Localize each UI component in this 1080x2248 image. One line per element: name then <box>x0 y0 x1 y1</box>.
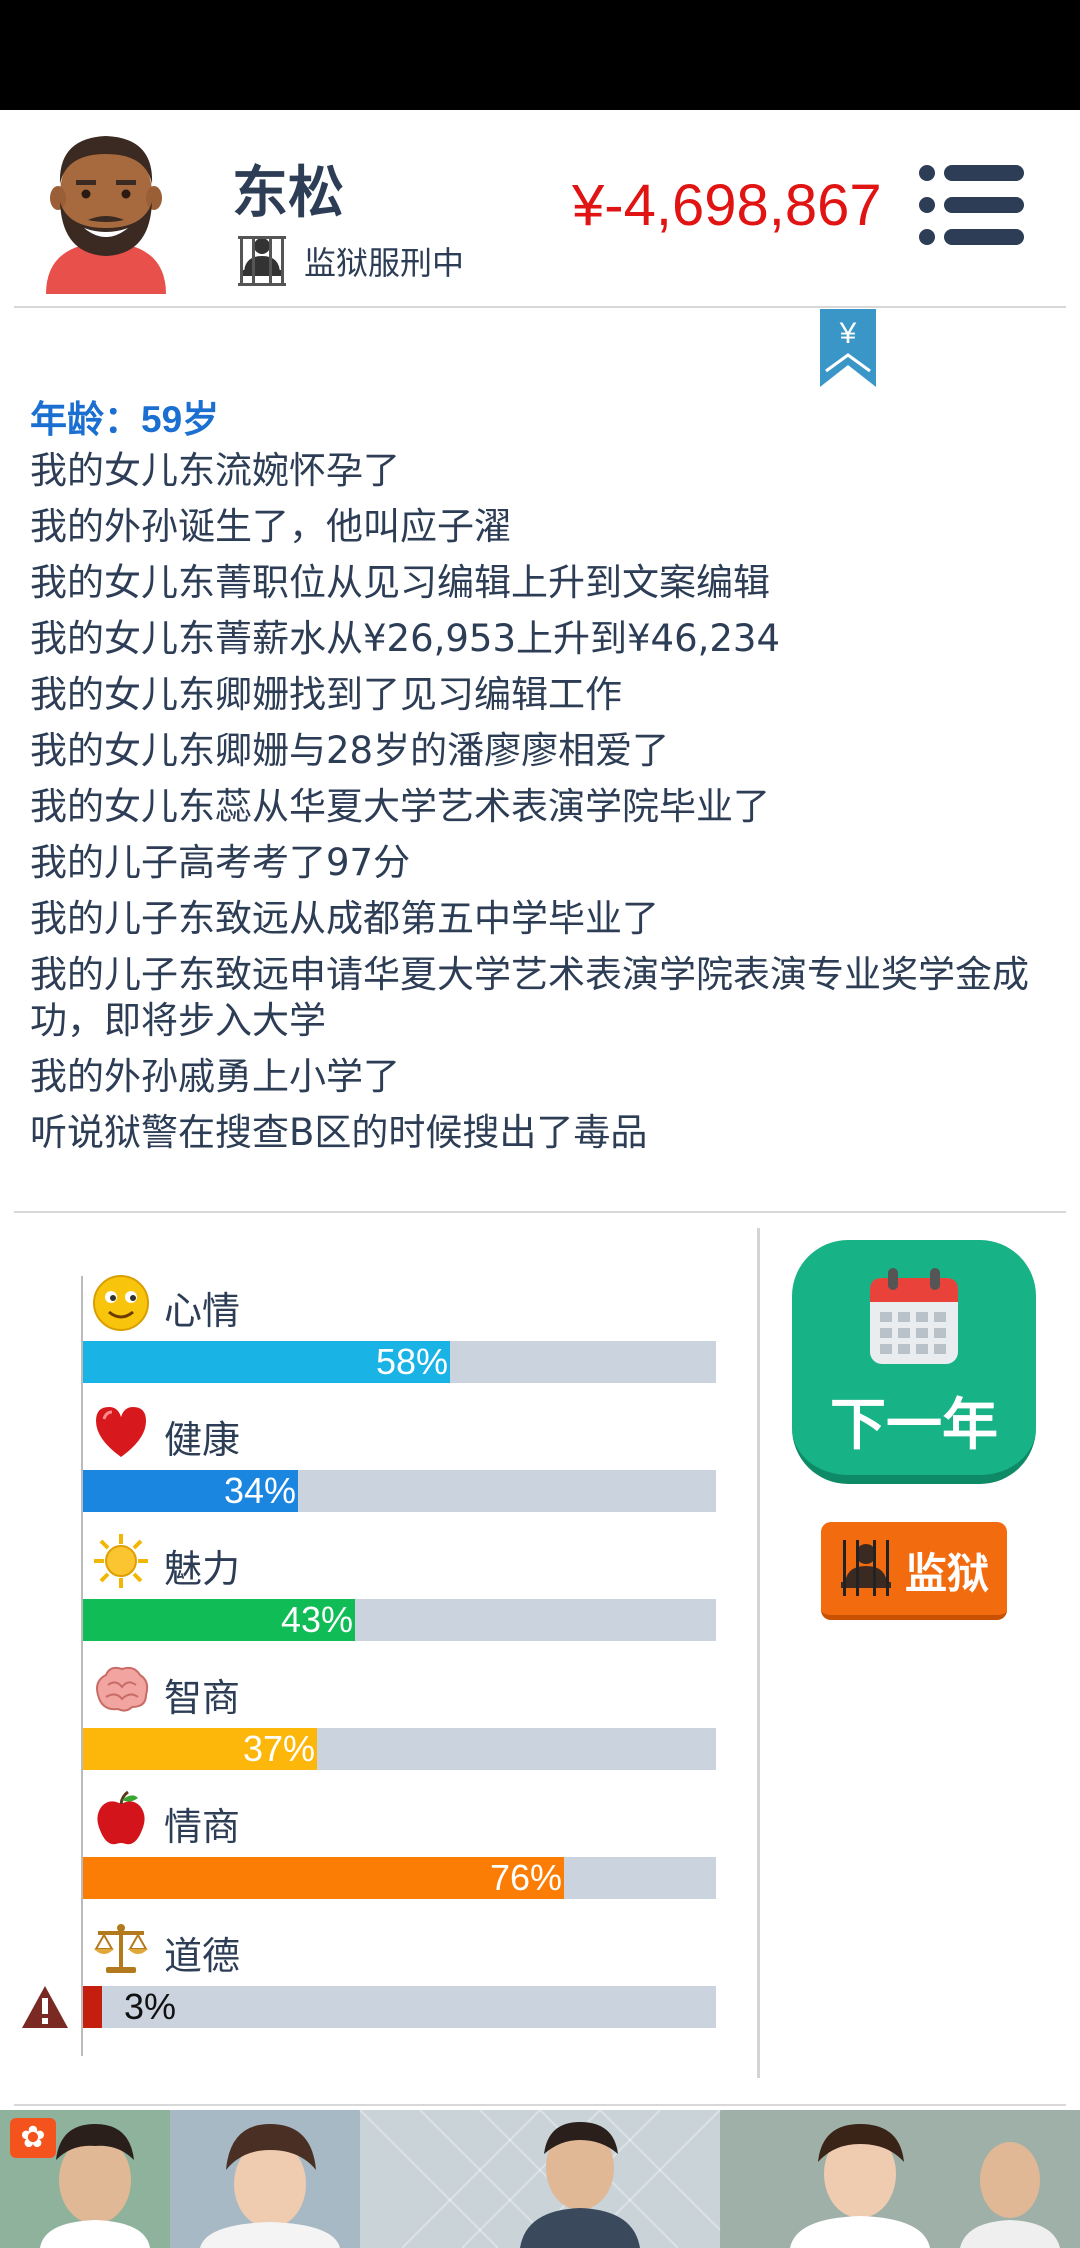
stat-percent: 76% <box>489 1857 562 1898</box>
stat-label: 智商 <box>164 1676 241 1720</box>
yen-bookmark-icon[interactable]: ¥ <box>820 309 876 387</box>
age-value: 59岁 <box>141 399 220 440</box>
stat-percent: 43% <box>280 1599 353 1640</box>
header-divider <box>14 306 1066 308</box>
stat-percent: 34% <box>223 1470 296 1511</box>
stat-percent: 3% <box>124 1986 177 2027</box>
ad-photo <box>0 2110 1080 2248</box>
stat-percent: 37% <box>242 1728 315 1769</box>
stat-bar: 37% <box>83 1728 716 1770</box>
stats-axis <box>81 1276 83 2056</box>
stat-label: 健康 <box>164 1418 241 1462</box>
stat-bar: 34% <box>83 1470 716 1512</box>
smiley-icon <box>93 1275 149 1331</box>
event-line: 我的女儿东卿姗与28岁的潘廖廖相爱了 <box>30 729 670 772</box>
stat-bar: 3% <box>83 1986 716 2028</box>
event-line: 我的女儿东菁职位从见习编辑上升到文案编辑 <box>30 561 770 604</box>
footer-divider <box>14 2104 1066 2106</box>
event-line: 听说狱警在搜查B区的时候搜出了毒品 <box>30 1111 648 1154</box>
event-line: 我的外孙戚勇上小学了 <box>30 1055 400 1098</box>
stat-label: 魅力 <box>164 1547 241 1591</box>
player-name: 东松 <box>232 161 344 226</box>
event-line: 我的女儿东蕊从华夏大学艺术表演学院毕业了 <box>30 785 770 828</box>
stat-percent: 58% <box>375 1341 448 1382</box>
prison-label: 监狱 <box>905 1549 990 1598</box>
calendar-icon <box>870 1268 958 1364</box>
stat-bar-fill <box>83 1986 102 2028</box>
stat-bar: 76% <box>83 1857 716 1899</box>
stat-label: 心情 <box>164 1289 241 1333</box>
heart-icon <box>96 1407 146 1457</box>
scales-icon <box>94 1924 148 1973</box>
event-log: 年龄：59岁 我的女儿东流婉怀孕了我的外孙诞生了，他叫应子濯我的女儿东菁职位从见… <box>30 392 1040 1166</box>
brain-icon <box>96 1666 149 1712</box>
next-year-button[interactable]: 下一年 <box>792 1240 1036 1484</box>
next-year-label: 下一年 <box>830 1393 998 1458</box>
stat-label: 道德 <box>164 1934 241 1978</box>
sun-icon <box>94 1534 148 1588</box>
player-status: 监狱服刑中 <box>304 244 465 282</box>
prison-status-icon <box>238 236 286 286</box>
status-row: 监狱服刑中 <box>236 234 464 288</box>
avatar <box>46 136 166 294</box>
ad-banner[interactable]: ✿ <box>0 2110 1080 2248</box>
event-line: 我的女儿东流婉怀孕了 <box>30 449 400 492</box>
event-line: 我的儿子东致远从成都第五中学毕业了 <box>30 897 659 940</box>
age-label: 年龄： <box>30 398 141 441</box>
event-list: 我的女儿东流婉怀孕了我的外孙诞生了，他叫应子濯我的女儿东菁职位从见习编辑上升到文… <box>30 448 1040 1156</box>
event-line: 我的女儿东卿姗找到了见习编辑工作 <box>30 673 622 716</box>
bookmark-glyph: ¥ <box>839 317 857 350</box>
stat-label: 情商 <box>164 1805 241 1849</box>
stats-divider <box>757 1228 760 2078</box>
event-line: 我的外孙诞生了，他叫应子濯 <box>30 505 511 548</box>
ad-logo-icon: ✿ <box>10 2118 56 2158</box>
event-line: 我的儿子高考考了97分 <box>30 841 411 884</box>
list-menu-icon[interactable] <box>918 164 1026 246</box>
event-line: 我的女儿东菁薪水从¥26,953上升到¥46,234 <box>30 617 781 660</box>
status-bar <box>0 0 1080 110</box>
money-balance: ¥-4,698,867 <box>572 173 882 238</box>
event-line: 我的儿子东致远申请华夏大学艺术表演学院表演专业奖学金成功，即将步入大学 <box>30 953 1029 1042</box>
prisoner-icon <box>841 1540 891 1596</box>
age-line: 年龄：59岁 <box>30 392 1040 448</box>
apple-icon <box>97 1790 145 1845</box>
stat-bar: 43% <box>83 1599 716 1641</box>
stat-bar: 58% <box>83 1341 716 1383</box>
player-header: 东松 监狱服刑中 ¥-4,698,867 <box>0 110 1080 310</box>
warning-icon <box>22 1986 68 2028</box>
log-divider <box>14 1211 1066 1213</box>
prison-button[interactable]: 监狱 <box>821 1522 1007 1620</box>
